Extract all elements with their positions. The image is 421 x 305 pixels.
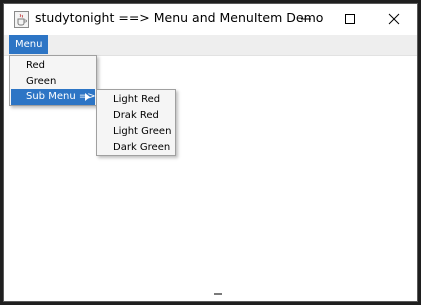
menu-item-submenu[interactable]: Sub Menu => xyxy=(11,89,96,105)
submenu-item-drak-red[interactable]: Drak Red xyxy=(98,108,174,124)
submenu-item-dark-green[interactable]: Dark Green xyxy=(98,140,174,156)
window-title: studytonight ==> Menu and MenuItem Demo xyxy=(35,10,324,25)
maximize-icon xyxy=(345,14,355,24)
close-button[interactable] xyxy=(372,4,416,34)
menu-item-label: Red xyxy=(26,60,45,71)
submenu-item-label: Light Green xyxy=(113,126,172,137)
minimize-button[interactable] xyxy=(284,4,328,34)
submenu-item-light-green[interactable]: Light Green xyxy=(98,124,174,140)
menu-menu[interactable]: Menu xyxy=(9,35,49,54)
java-cup-icon xyxy=(14,11,29,28)
close-icon xyxy=(388,13,400,25)
maximize-button[interactable] xyxy=(328,4,372,34)
submenu-popup: Light Red Drak Red Light Green Dark Gree… xyxy=(96,89,176,156)
menu-item-green[interactable]: Green xyxy=(11,74,95,90)
submenu-item-label: Light Red xyxy=(113,94,161,105)
screen-frame: studytonight ==> Menu and MenuItem Demo … xyxy=(0,0,421,305)
menu-item-red[interactable]: Red xyxy=(11,58,95,74)
submenu-item-label: Dark Green xyxy=(113,142,171,153)
resize-grip[interactable] xyxy=(214,293,222,295)
submenu-item-label: Drak Red xyxy=(113,110,159,121)
submenu-arrow-icon xyxy=(85,93,90,101)
title-bar[interactable]: studytonight ==> Menu and MenuItem Demo xyxy=(4,4,417,35)
minimize-icon xyxy=(301,18,311,20)
submenu-item-light-red[interactable]: Light Red xyxy=(98,92,174,108)
menu-popup: Red Green Sub Menu => xyxy=(9,55,97,106)
menu-bar: Menu xyxy=(4,35,417,56)
app-window: studytonight ==> Menu and MenuItem Demo … xyxy=(3,3,418,302)
menu-item-label: Green xyxy=(26,76,57,87)
